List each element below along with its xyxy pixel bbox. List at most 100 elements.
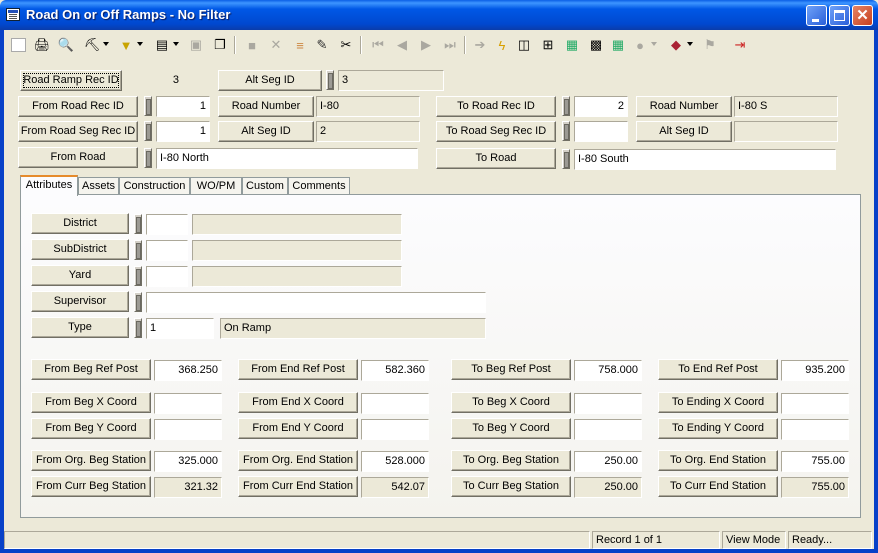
from-beg-y-coord-label[interactable]: From Beg Y Coord	[31, 418, 151, 439]
road-ramp-rec-id-label[interactable]: Road Ramp Rec ID	[20, 70, 122, 91]
to-road-rec-id-input[interactable]: 2	[574, 96, 628, 117]
from-beg-ref-post-input[interactable]: 368.250	[154, 360, 222, 381]
save-icon[interactable]: ■	[242, 33, 262, 57]
to-org-beg-station-label[interactable]: To Org. Beg Station	[451, 450, 571, 471]
chat-icon[interactable]: ●	[630, 33, 657, 57]
from-end-ref-post-label[interactable]: From End Ref Post	[238, 359, 358, 380]
to-ending-y-coord-label[interactable]: To Ending Y Coord	[658, 418, 778, 439]
tree-icon[interactable]: ⊞	[538, 33, 558, 57]
yard-code-input[interactable]	[146, 266, 188, 287]
goto-icon[interactable]: ➔	[470, 33, 490, 57]
type-code-input[interactable]: 1	[146, 318, 214, 339]
to-end-ref-post-label[interactable]: To End Ref Post	[658, 359, 778, 380]
from-beg-ref-post-label[interactable]: From Beg Ref Post	[31, 359, 151, 380]
calculator-icon[interactable]: ▩	[586, 33, 606, 57]
to-road-seg-rec-id-label[interactable]: To Road Seg Rec ID	[436, 121, 556, 142]
print-icon[interactable]: 🖨	[32, 33, 52, 57]
new-record-icon[interactable]	[8, 33, 28, 57]
subdistrict-label[interactable]: SubDistrict	[31, 239, 129, 260]
close-button[interactable]: ✕	[852, 5, 873, 26]
from-beg-y-coord-input[interactable]	[154, 419, 222, 440]
yard-label[interactable]: Yard	[31, 265, 129, 286]
district-code-input[interactable]	[146, 214, 188, 235]
from-end-y-coord-label[interactable]: From End Y Coord	[238, 418, 358, 439]
to-beg-ref-post-label[interactable]: To Beg Ref Post	[451, 359, 571, 380]
maximize-button[interactable]	[829, 5, 850, 26]
supervisor-label[interactable]: Supervisor	[31, 291, 129, 312]
run-icon[interactable]: ϟ	[492, 33, 512, 57]
from-road-number-label[interactable]: Road Number	[218, 96, 314, 117]
from-road-seg-rec-id-input[interactable]: 1	[156, 121, 210, 142]
to-road-rec-id-label[interactable]: To Road Rec ID	[436, 96, 556, 117]
last-record-icon[interactable]: ⏭	[440, 33, 460, 57]
grid-map-icon[interactable]: ▦	[608, 33, 628, 57]
from-curr-beg-station-label[interactable]: From Curr Beg Station	[31, 476, 151, 497]
filter-icon[interactable]: ▼	[116, 33, 143, 57]
window-icon[interactable]: ◫	[514, 33, 534, 57]
tab-attributes[interactable]: Attributes	[20, 175, 78, 196]
to-ending-x-coord-label[interactable]: To Ending X Coord	[658, 392, 778, 413]
flag-icon[interactable]: ⚑	[700, 33, 720, 57]
to-beg-y-coord-input[interactable]	[574, 419, 642, 440]
from-curr-end-station-label[interactable]: From Curr End Station	[238, 476, 358, 497]
to-beg-x-coord-label[interactable]: To Beg X Coord	[451, 392, 571, 413]
from-end-x-coord-input[interactable]	[361, 393, 429, 414]
paste-record-icon[interactable]: ❐	[210, 33, 230, 57]
from-beg-x-coord-input[interactable]	[154, 393, 222, 414]
district-label[interactable]: District	[31, 213, 129, 234]
cut-icon[interactable]: ✂	[336, 33, 356, 57]
to-road-input[interactable]: I-80 South	[574, 149, 836, 170]
to-alt-seg-id-label[interactable]: Alt Seg ID	[636, 121, 732, 142]
from-road-input[interactable]: I-80 North	[156, 148, 418, 169]
first-record-icon[interactable]: ⏮	[368, 33, 388, 57]
from-org-beg-station-label[interactable]: From Org. Beg Station	[31, 450, 151, 471]
from-org-end-station-input[interactable]: 528.000	[361, 451, 429, 472]
delete-icon[interactable]: ✕	[266, 33, 286, 57]
edit-icon[interactable]: ✎	[312, 33, 332, 57]
lock-icon	[134, 266, 142, 286]
toolbar-separator	[360, 36, 362, 54]
alt-seg-id-label[interactable]: Alt Seg ID	[218, 70, 322, 91]
to-beg-x-coord-input[interactable]	[574, 393, 642, 414]
subdistrict-code-input[interactable]	[146, 240, 188, 261]
find-icon[interactable]: ⛏	[82, 33, 109, 57]
from-road-rec-id-input[interactable]: 1	[156, 96, 210, 117]
to-road-seg-rec-id-input[interactable]	[574, 121, 628, 142]
from-road-rec-id-label[interactable]: From Road Rec ID	[18, 96, 138, 117]
to-beg-y-coord-label[interactable]: To Beg Y Coord	[451, 418, 571, 439]
to-ending-y-coord-input[interactable]	[781, 419, 849, 440]
book-icon[interactable]: ◆	[666, 33, 693, 57]
to-org-end-station-input[interactable]: 755.00	[781, 451, 849, 472]
to-road-label[interactable]: To Road	[436, 148, 556, 169]
to-ending-x-coord-input[interactable]	[781, 393, 849, 414]
supervisor-input[interactable]	[146, 292, 486, 313]
map-icon[interactable]: ▦	[562, 33, 582, 57]
from-org-end-station-label[interactable]: From Org. End Station	[238, 450, 358, 471]
toolbar-separator	[464, 36, 466, 54]
minimize-button[interactable]	[806, 5, 827, 26]
copy-record-icon[interactable]: ▣	[186, 33, 206, 57]
from-beg-x-coord-label[interactable]: From Beg X Coord	[31, 392, 151, 413]
from-end-ref-post-input[interactable]: 582.360	[361, 360, 429, 381]
from-org-beg-station-input[interactable]: 325.000	[154, 451, 222, 472]
exit-icon[interactable]: ⇥	[730, 33, 750, 57]
from-road-seg-rec-id-label[interactable]: From Road Seg Rec ID	[18, 121, 138, 142]
to-curr-beg-station-label[interactable]: To Curr Beg Station	[451, 476, 571, 497]
type-label[interactable]: Type	[31, 317, 129, 338]
next-record-icon[interactable]: ▶	[416, 33, 436, 57]
attach-icon[interactable]: ≡	[290, 33, 310, 57]
to-road-number-label[interactable]: Road Number	[636, 96, 732, 117]
district-description	[192, 214, 402, 235]
to-beg-ref-post-input[interactable]: 758.000	[574, 360, 642, 381]
from-alt-seg-id-label[interactable]: Alt Seg ID	[218, 121, 314, 142]
view-icon[interactable]: ▤	[152, 33, 179, 57]
to-org-end-station-label[interactable]: To Org. End Station	[658, 450, 778, 471]
from-end-y-coord-input[interactable]	[361, 419, 429, 440]
from-road-label[interactable]: From Road	[18, 147, 138, 168]
previous-record-icon[interactable]: ◀	[392, 33, 412, 57]
print-preview-icon[interactable]: 🔍	[56, 33, 76, 57]
from-end-x-coord-label[interactable]: From End X Coord	[238, 392, 358, 413]
to-curr-end-station-label[interactable]: To Curr End Station	[658, 476, 778, 497]
to-org-beg-station-input[interactable]: 250.00	[574, 451, 642, 472]
to-end-ref-post-input[interactable]: 935.200	[781, 360, 849, 381]
